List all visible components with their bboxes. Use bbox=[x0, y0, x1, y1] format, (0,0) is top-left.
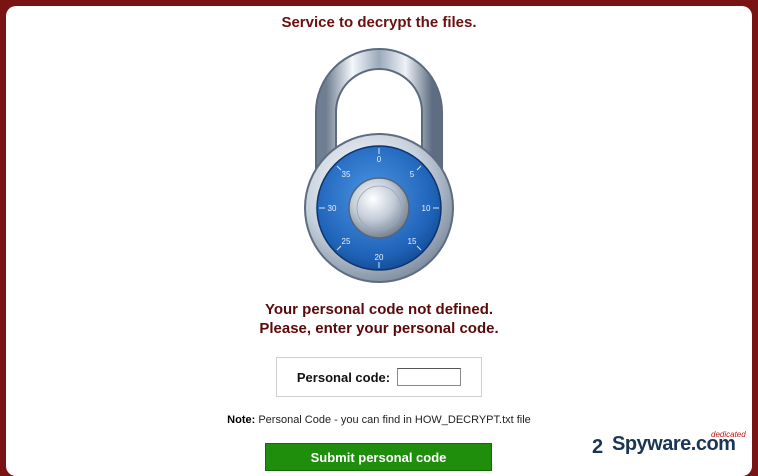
note-text: Note: Personal Code - you can find in HO… bbox=[0, 414, 758, 426]
watermark-badge: dedicated bbox=[711, 430, 746, 439]
dial-number-30: 30 bbox=[328, 204, 337, 213]
2spyware-logo-icon: 2 bbox=[592, 436, 609, 457]
personal-code-box: Personal code: bbox=[276, 357, 482, 397]
dial-number-35: 35 bbox=[342, 170, 351, 179]
submit-code-button[interactable]: Submit personal code bbox=[265, 443, 492, 471]
dial-number-25: 25 bbox=[342, 237, 351, 246]
personal-code-label: Personal code: bbox=[296, 369, 391, 385]
status-message-line2: Please, enter your personal code. bbox=[259, 320, 499, 337]
svg-text:2: 2 bbox=[592, 436, 603, 457]
padlock-icon: 0 5 10 15 20 25 30 35 bbox=[304, 48, 454, 283]
dial-number-5: 5 bbox=[410, 170, 415, 179]
dial-number-0: 0 bbox=[377, 155, 382, 164]
status-message: Your personal code not defined. Please, … bbox=[0, 300, 758, 338]
dial-number-10: 10 bbox=[422, 204, 431, 213]
watermark: 2 Spyware.com dedicated bbox=[590, 430, 750, 460]
page-title: Service to decrypt the files. bbox=[281, 14, 477, 31]
personal-code-input[interactable] bbox=[397, 368, 462, 386]
dial-number-15: 15 bbox=[408, 237, 417, 246]
note-body: Personal Code - you can find in HOW_DECR… bbox=[255, 414, 531, 426]
status-message-line1: Your personal code not defined. bbox=[264, 301, 494, 318]
dial-number-20: 20 bbox=[375, 253, 384, 262]
note-prefix: Note: bbox=[227, 414, 256, 426]
